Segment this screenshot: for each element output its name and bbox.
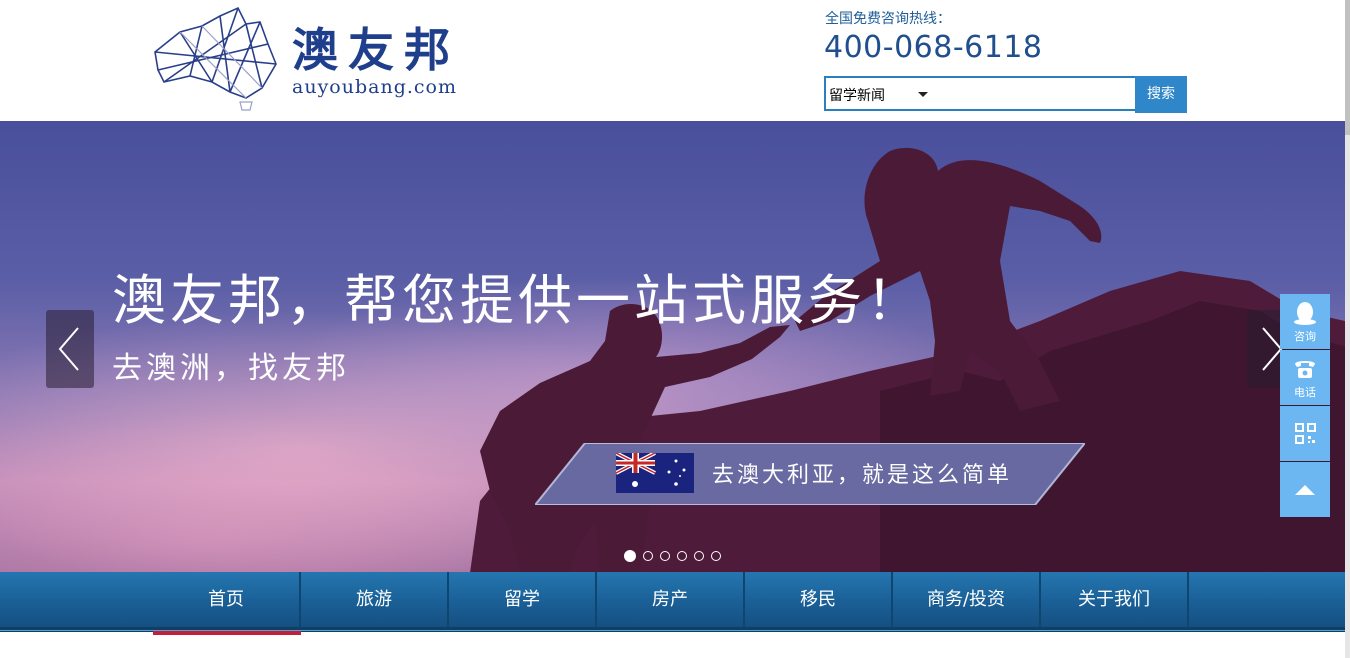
logo-domain: auyoubang.com: [292, 76, 457, 98]
carousel-dot[interactable]: [694, 550, 704, 561]
chevron-down-icon[interactable]: [918, 92, 928, 97]
page-scrollbar[interactable]: [1345, 0, 1350, 658]
nav-item-study[interactable]: 留学: [449, 572, 597, 628]
banner-headline: 澳友邦，帮您提供一站式服务！: [112, 269, 924, 332]
nav-item-business[interactable]: 商务/投资: [893, 572, 1041, 628]
nav-item-travel[interactable]: 旅游: [301, 572, 449, 628]
carousel-dot[interactable]: [624, 549, 636, 562]
scrollbar-thumb[interactable]: [1345, 0, 1350, 135]
search-button[interactable]: 搜索: [1135, 76, 1187, 113]
back-to-top-button[interactable]: [1280, 462, 1330, 517]
hotline-label: 全国免费咨询热线：: [825, 11, 951, 27]
carousel-prev-button[interactable]: [46, 310, 94, 388]
nav-item-home[interactable]: 首页: [153, 572, 301, 628]
qq-chat-icon: [1294, 302, 1316, 325]
side-qrcode-button[interactable]: [1280, 406, 1330, 461]
banner-ribbon-text: 去澳大利亚，就是这么简单: [712, 463, 1013, 488]
side-consult-label: 咨询: [1294, 330, 1316, 343]
phone-icon: [1295, 361, 1315, 378]
side-phone-label: 电话: [1294, 386, 1316, 399]
logo-chinese-name: 澳友邦: [292, 23, 460, 77]
search-category-select[interactable]: 留学新闻: [829, 85, 885, 105]
main-nav: 首页 旅游 留学 房产 移民 商务/投资 关于我们: [0, 572, 1345, 628]
search-bar: 留学新闻 搜索: [824, 76, 1187, 113]
side-phone-button[interactable]: 电话: [1280, 350, 1330, 405]
carousel-dot[interactable]: [711, 550, 721, 561]
chevron-left-icon: [58, 327, 79, 371]
carousel-dot[interactable]: [643, 550, 653, 561]
australia-flag-icon: [616, 453, 694, 493]
nav-item-immigration[interactable]: 移民: [745, 572, 893, 628]
arrow-up-icon: [1295, 485, 1315, 495]
nav-item-about[interactable]: 关于我们: [1041, 572, 1189, 628]
hotline-number: 400-068-6118: [824, 30, 1043, 65]
australia-map-logo-icon: [154, 6, 277, 111]
banner-subheadline: 去澳洲，找友邦: [112, 351, 350, 386]
search-input[interactable]: [936, 80, 1140, 109]
nav-item-property[interactable]: 房产: [597, 572, 745, 628]
nav-active-indicator: [153, 631, 301, 635]
hero-banner: 澳友邦，帮您提供一站式服务！ 去澳洲，找友邦 去澳大利亚，就是这么简单: [0, 121, 1345, 573]
carousel-dot[interactable]: [677, 550, 687, 561]
carousel-dots: [624, 545, 728, 562]
qr-code-icon: [1295, 423, 1316, 444]
side-consult-button[interactable]: 咨询: [1280, 294, 1330, 349]
site-header: 澳友邦 auyoubang.com 全国免费咨询热线： 400-068-6118…: [0, 0, 1345, 121]
carousel-dot[interactable]: [660, 550, 670, 561]
